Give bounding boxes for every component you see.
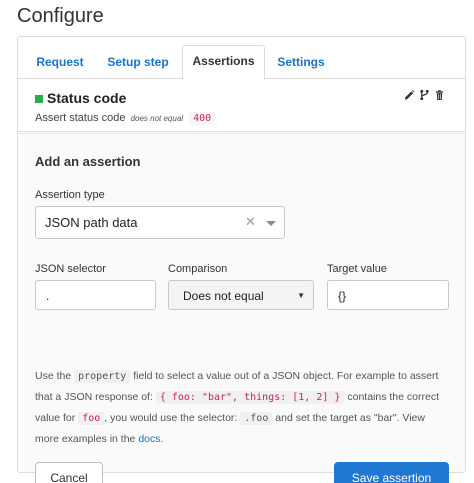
page-title: Configure — [17, 5, 104, 27]
help-code-property: property — [74, 370, 131, 383]
assertion-value: 400 — [189, 112, 216, 125]
tab-request[interactable]: Request — [28, 47, 92, 79]
add-assertion-heading: Add an assertion — [35, 154, 141, 169]
edit-icon[interactable] — [404, 89, 415, 101]
assertion-title: Status code — [47, 90, 127, 106]
tab-assertions[interactable]: Assertions — [182, 45, 265, 80]
help-text: Use the property field to select a value… — [35, 366, 450, 449]
delete-icon[interactable] — [434, 89, 445, 101]
comparison-label: Comparison — [168, 263, 228, 275]
help-code-selector: .foo — [240, 412, 273, 425]
help-text-part: . — [160, 433, 164, 445]
json-selector-input[interactable]: . — [35, 280, 156, 310]
docs-link[interactable]: docs — [138, 433, 160, 445]
target-value-label: Target value — [327, 263, 387, 275]
tab-bar: Request Setup step Assertions Settings — [18, 37, 465, 80]
tab-settings[interactable]: Settings — [272, 47, 330, 79]
assertion-desc-prefix: Assert status code — [35, 112, 126, 124]
assertion-type-value: JSON path data — [45, 215, 138, 230]
status-indicator — [35, 95, 43, 103]
help-text-part: , you would use the selector: — [104, 412, 241, 424]
assertion-description: Assert status code does not equal 400 — [35, 112, 216, 125]
json-selector-label: JSON selector — [35, 263, 106, 275]
target-value-input[interactable]: {} — [327, 280, 449, 310]
comparison-select[interactable]: Does not equal ▼ — [168, 280, 314, 310]
configure-card: Request Setup step Assertions Settings S… — [17, 36, 466, 483]
help-code-foo: foo — [78, 412, 105, 425]
branch-icon[interactable] — [419, 89, 430, 101]
clear-icon[interactable]: ✕ — [245, 214, 256, 230]
assertion-operator: does not equal — [130, 114, 184, 123]
add-assertion-section: Add an assertion Assertion type JSON pat… — [18, 133, 465, 483]
comparison-value: Does not equal — [183, 289, 264, 303]
cancel-button[interactable]: Cancel — [35, 462, 103, 483]
assertion-actions — [404, 89, 445, 101]
save-assertion-button[interactable]: Save assertion — [334, 462, 449, 483]
assertion-row: Status code Assert status code does not … — [18, 79, 465, 132]
tab-setup-step[interactable]: Setup step — [102, 47, 174, 79]
assertion-type-label: Assertion type — [35, 189, 105, 201]
dropdown-arrow-icon: ▼ — [297, 291, 305, 300]
assertion-type-select[interactable]: JSON path data ✕ — [35, 206, 285, 239]
chevron-down-icon[interactable] — [266, 221, 276, 226]
help-text-part: Use the — [35, 370, 75, 382]
help-code-example: { foo: "bar", things: [1, 2] } — [155, 391, 345, 404]
